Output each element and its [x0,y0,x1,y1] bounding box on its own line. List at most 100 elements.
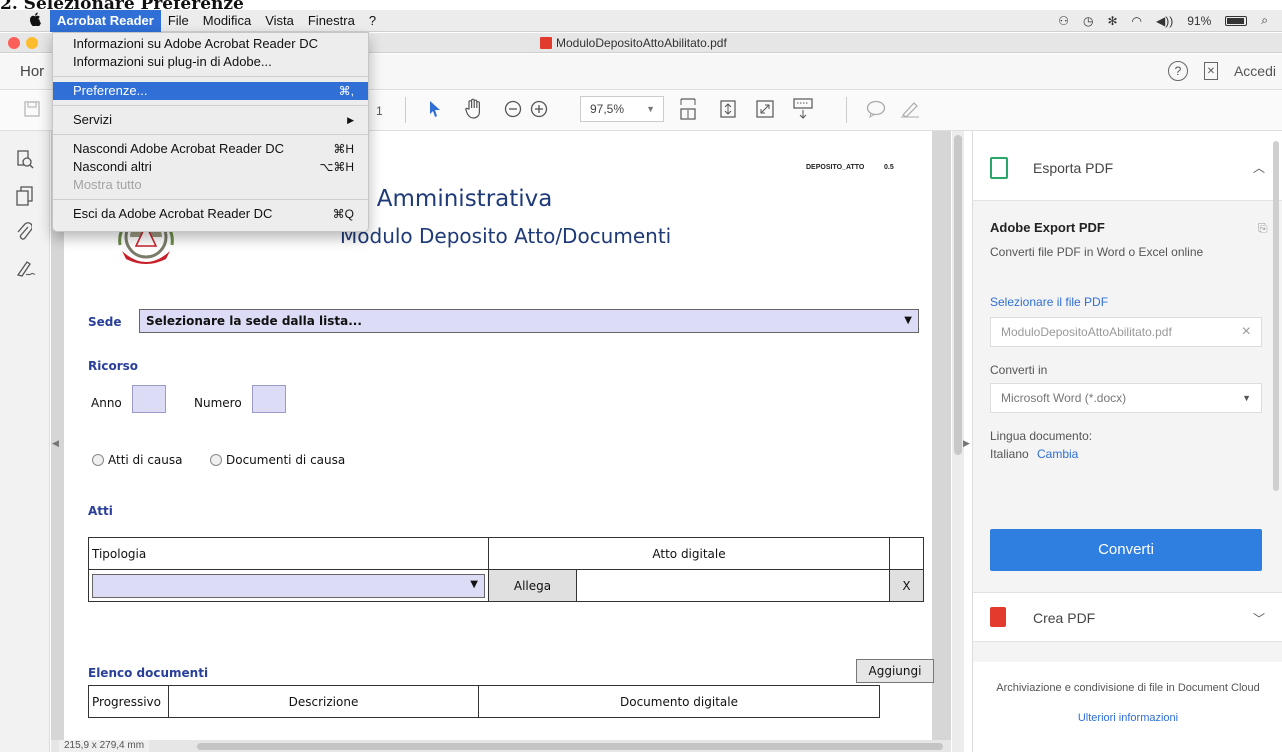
chevron-down-icon: ▼ [646,104,655,114]
sign-icon[interactable] [900,100,920,123]
save-icon[interactable] [24,101,40,122]
toolbar-divider [846,97,847,123]
close-window-button[interactable] [8,37,20,49]
language-value: Italiano [990,447,1029,461]
wifi-icon[interactable]: ◠ [1132,14,1142,28]
pdf-file-icon [540,37,552,49]
convert-to-select[interactable]: Microsoft Word (*.docx) ▼ [990,383,1262,413]
menu-item-servizi[interactable]: Servizi ▶ [53,111,368,129]
atti-label: Atti [88,504,113,518]
menu-item-about[interactable]: Informazioni su Adobe Acrobat Reader DC [53,35,368,53]
language-label: Lingua documento: [990,429,1093,443]
menu-file[interactable]: File [161,10,196,32]
document-horizontal-scrollbar[interactable]: 215,9 x 279,4 mm [51,740,951,752]
comment-icon[interactable] [866,100,886,123]
esporta-pdf-header[interactable]: Esporta PDF ︿ [973,131,1282,201]
menu-divider [53,76,368,77]
pages-icon[interactable] [16,186,34,211]
remove-atto-button[interactable]: X [889,569,924,602]
anno-input[interactable] [132,385,166,413]
more-info-link[interactable]: Ulteriori informazioni [985,708,1271,728]
keyboard-icon[interactable] [793,98,813,125]
spotlight-icon[interactable]: ⌕ [1261,13,1268,28]
status-icon-1[interactable]: ⚇ [1058,14,1069,28]
atti-table: Tipologia Atto digitale ▼ Allega X [88,537,924,602]
attachment-icon[interactable] [16,221,33,246]
scroll-mode-icon[interactable] [720,100,736,123]
sede-label: Sede [88,315,122,329]
allega-button[interactable]: Allega [488,569,577,602]
change-language-link[interactable]: Cambia [1037,447,1078,461]
zoom-in-icon[interactable] [530,100,548,123]
menu-divider [53,199,368,200]
selected-file-field[interactable]: ModuloDepositoAttoAbilitato.pdf × [990,317,1262,347]
menu-item-nascondi-altri[interactable]: Nascondi altri ⌥⌘H [53,158,368,176]
minimize-window-button[interactable] [26,37,38,49]
menu-vista[interactable]: Vista [258,10,301,32]
copy-icon[interactable]: ⎘ [1258,221,1268,236]
panel-scrollbar[interactable] [1273,141,1279,491]
signature-icon[interactable] [16,258,36,283]
accedi-link[interactable]: Accedi [1234,63,1276,79]
menu-modifica[interactable]: Modifica [196,10,258,32]
menu-item-nascondi[interactable]: Nascondi Adobe Acrobat Reader DC ⌘H [53,140,368,158]
battery-percent[interactable]: 91% [1187,14,1211,28]
chevron-up-icon[interactable]: ︿ [1253,159,1265,176]
volume-icon[interactable]: ◀)) [1156,14,1173,28]
elenco-documenti-label: Elenco documenti [88,666,209,680]
bluetooth-icon[interactable]: ✻ [1107,14,1117,28]
toolbar-divider [405,97,406,123]
select-file-link[interactable]: Selezionare il file PDF [990,295,1108,309]
tipologia-select[interactable]: ▼ [92,573,485,598]
zoom-out-icon[interactable] [504,100,522,123]
help-icon[interactable]: ? [1167,61,1188,81]
menu-item-plugins[interactable]: Informazioni sui plug-in di Adobe... [53,53,368,71]
collapse-right-icon[interactable]: ▶ [963,438,970,449]
radio-atti-di-causa[interactable] [92,454,104,466]
menu-item-preferenze[interactable]: Preferenze... ⌘, [53,82,368,100]
doc-subtitle: Modulo Deposito Atto/Documenti [340,224,672,248]
crea-pdf-header[interactable]: Crea PDF ﹀ [973,592,1282,642]
battery-icon[interactable] [1225,15,1248,26]
close-doc-icon[interactable]: ✕ [1203,62,1218,80]
converti-button[interactable]: Converti [990,529,1262,571]
crea-pdf-title: Crea PDF [1033,610,1096,626]
fit-page-icon[interactable] [680,97,696,126]
col-descrizione: Descrizione [168,685,479,718]
chevron-down-icon[interactable]: ﹀ [1253,610,1265,627]
menu-divider [53,134,368,135]
zoom-select[interactable]: 97,5% ▼ [580,96,664,122]
radio-documenti-di-causa[interactable] [210,454,222,466]
left-navigation-rail [0,131,50,752]
numero-input[interactable] [252,385,286,413]
right-tools-panel: Esporta PDF ︿ Adobe Export PDF ⎘ Convert… [972,131,1282,752]
doc-code: DEPOSITO_ATTO [806,164,865,171]
page-dimensions: 215,9 x 279,4 mm [59,740,150,752]
fullscreen-icon[interactable] [756,100,774,123]
export-pdf-icon [990,157,1008,179]
apple-icon[interactable] [20,12,50,29]
chevron-down-icon: ▼ [470,578,478,590]
home-tab[interactable]: Hor [20,63,44,80]
document-cloud-promo: Archiviazione e condivisione di file in … [973,662,1282,752]
time-machine-icon[interactable]: ◷ [1083,14,1093,28]
aggiungi-button[interactable]: Aggiungi [856,659,934,683]
menu-divider [53,105,368,106]
submenu-arrow-icon: ▶ [347,115,354,125]
scroll-thumb[interactable] [197,743,943,750]
promo-text: Archiviazione e condivisione di file in … [996,682,1260,694]
menu-help[interactable]: ? [362,10,383,32]
menu-finestra[interactable]: Finestra [301,10,362,32]
collapse-left-icon[interactable]: ◀ [52,438,59,449]
menu-item-esci[interactable]: Esci da Adobe Acrobat Reader DC ⌘Q [53,205,368,223]
hand-icon[interactable] [464,98,484,125]
page-number[interactable]: 1 [376,104,383,118]
bookmark-search-icon[interactable] [16,150,34,175]
sede-select[interactable]: Selezionare la sede dalla lista... ▼ [139,309,919,333]
clear-file-icon[interactable]: × [1242,318,1251,346]
scroll-thumb[interactable] [954,135,962,455]
zoom-value: 97,5% [590,102,625,116]
menu-acrobat-reader[interactable]: Acrobat Reader [50,9,161,32]
select-arrow-icon[interactable] [428,100,442,123]
atto-digitale-field [576,569,890,602]
